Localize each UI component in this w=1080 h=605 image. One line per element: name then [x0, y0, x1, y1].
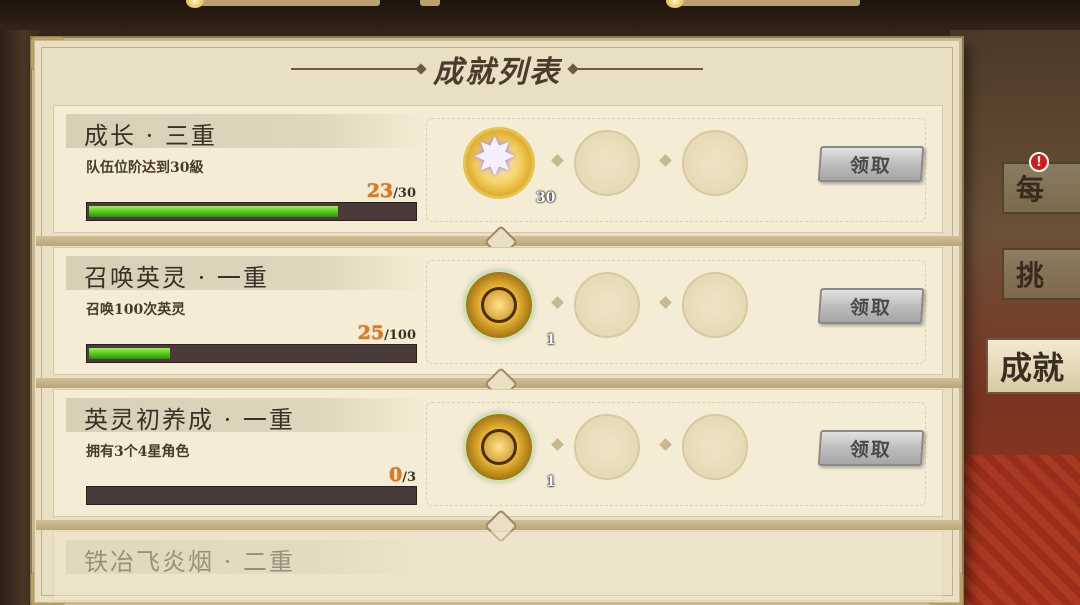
tab-achievements-label: 成就: [1000, 349, 1065, 387]
progress-current: 25: [357, 322, 385, 344]
notification-badge-icon: !: [1029, 152, 1049, 172]
empty-reward-slot: [574, 414, 640, 480]
tab-daily-label: 每: [1016, 173, 1045, 206]
progress-bar: [86, 202, 417, 221]
coin-emblem-icon: [481, 429, 517, 465]
progress-bar: [86, 486, 417, 505]
title-divider: [573, 68, 703, 70]
achievement-name: 英灵初养成 · 一重: [84, 406, 295, 434]
background-wall: [950, 30, 1080, 605]
claim-button[interactable]: 领取: [817, 288, 925, 324]
tab-achievements[interactable]: 成就: [986, 338, 1080, 394]
achievement-name: 成长 · 三重: [84, 122, 217, 150]
progress-counter: 25/100: [358, 322, 416, 344]
reward-quantity: 30: [536, 190, 556, 206]
crystal-star-icon[interactable]: ✸: [466, 130, 532, 196]
achievement-row: 铁冶飞炎烟 · 二重: [53, 531, 943, 601]
row-divider: [36, 378, 962, 388]
claim-button[interactable]: 领取: [817, 146, 925, 182]
top-hud-gem-icon: [186, 0, 204, 8]
achievement-row: 英灵初养成 · 一重 拥有3个4星角色 0/3 1 领取: [36, 389, 962, 530]
achievement-panel: 成就列表 成长 · 三重 队伍位阶达到30級 23/30 ✸ 30 领取 召唤英…: [31, 37, 963, 605]
progress-bar-fill: [89, 206, 338, 217]
achievement-name: 召唤英灵 · 一重: [84, 264, 269, 292]
gold-coin-icon[interactable]: [466, 414, 532, 480]
panel-title: 成就列表: [433, 55, 561, 90]
top-hud-bar: [680, 0, 860, 6]
empty-reward-slot: [682, 272, 748, 338]
top-hud-gem-icon: [666, 0, 684, 8]
panel-header: 成就列表: [35, 47, 959, 91]
progress-counter: 23/30: [367, 180, 416, 202]
top-hud-bar: [200, 0, 380, 6]
empty-reward-slot: [682, 130, 748, 196]
tab-challenge[interactable]: 挑: [1002, 248, 1080, 300]
background-carpet: [950, 455, 1080, 605]
progress-bar: [86, 344, 417, 363]
gold-coin-icon[interactable]: [466, 272, 532, 338]
reward-quantity: 1: [546, 474, 556, 490]
claim-button-label: 领取: [849, 296, 893, 319]
star-glyph-icon: ✸: [473, 128, 517, 188]
claim-button-label: 领取: [849, 154, 893, 177]
progress-current: 23: [366, 180, 394, 202]
progress-total: /100: [384, 328, 416, 343]
achievement-description: 队伍位阶达到30級: [86, 160, 204, 176]
achievement-row: 召唤英灵 · 一重 召唤100次英灵 25/100 1 领取: [36, 247, 962, 388]
top-hud-strip: [0, 0, 1080, 40]
achievement-row: 成长 · 三重 队伍位阶达到30級 23/30 ✸ 30 领取: [36, 105, 962, 246]
progress-bar-fill: [89, 348, 170, 359]
tab-challenge-label: 挑: [1016, 259, 1045, 292]
reward-quantity: 1: [546, 332, 556, 348]
title-divider: [291, 68, 421, 70]
coin-emblem-icon: [481, 287, 517, 323]
progress-total: /3: [402, 470, 416, 485]
row-divider: [36, 236, 962, 246]
top-hud-bar: [420, 0, 440, 6]
claim-button-label: 领取: [849, 438, 893, 461]
achievement-name: 铁冶飞炎烟 · 二重: [84, 548, 295, 576]
progress-current: 0: [388, 464, 403, 486]
row-divider: [36, 520, 962, 530]
empty-reward-slot: [574, 130, 640, 196]
claim-button[interactable]: 领取: [817, 430, 925, 466]
empty-reward-slot: [682, 414, 748, 480]
progress-counter: 0/3: [389, 464, 416, 486]
achievement-description: 拥有3个4星角色: [86, 444, 190, 460]
progress-total: /30: [393, 186, 416, 201]
empty-reward-slot: [574, 272, 640, 338]
achievement-description: 召唤100次英灵: [86, 302, 186, 318]
